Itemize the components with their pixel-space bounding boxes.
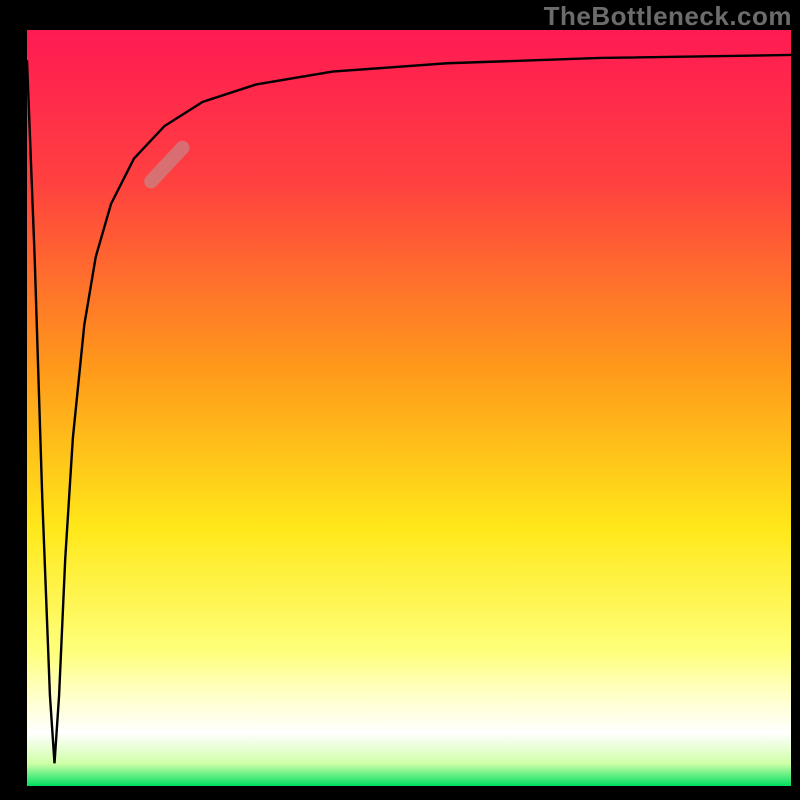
chart-container: TheBottleneck.com	[0, 0, 800, 800]
plot-background	[27, 30, 791, 786]
bottleneck-chart	[0, 0, 800, 800]
